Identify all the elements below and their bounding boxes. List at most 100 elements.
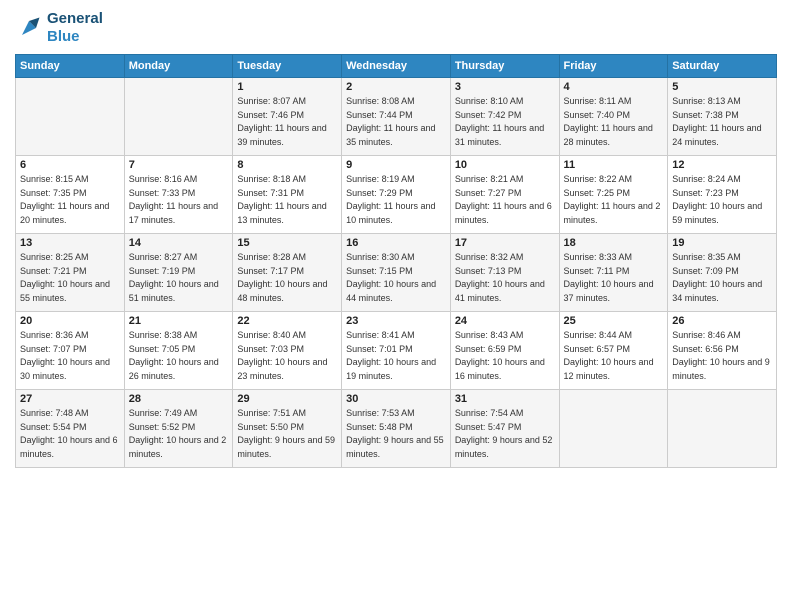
calendar-cell: 31Sunrise: 7:54 AMSunset: 5:47 PMDayligh… (450, 390, 559, 468)
day-number: 10 (455, 159, 555, 171)
day-number: 26 (672, 315, 772, 327)
day-number: 7 (129, 159, 229, 171)
calendar-cell: 1 Sunrise: 8:07 AMSunset: 7:46 PMDaylight… (233, 78, 342, 156)
page: General Blue SundayMondayTuesdayWednesda… (0, 0, 792, 612)
calendar-cell: 16 Sunrise: 8:30 AMSunset: 7:15 PMDayligh… (342, 234, 451, 312)
day-info: Sunrise: 8:33 AMSunset: 7:11 PMDaylight:… (564, 251, 664, 305)
day-number: 17 (455, 237, 555, 249)
day-number: 12 (672, 159, 772, 171)
calendar-cell: 13Sunrise: 8:25 AMSunset: 7:21 PMDayligh… (16, 234, 125, 312)
day-number: 27 (20, 393, 120, 405)
calendar-cell: 24 Sunrise: 8:43 AMSunset: 6:59 PMDayligh… (450, 312, 559, 390)
day-info: Sunrise: 8:21 AMSunset: 7:27 PMDaylight:… (455, 173, 555, 227)
day-number: 25 (564, 315, 664, 327)
calendar-cell (668, 390, 777, 468)
day-info: Sunrise: 8:28 AMSunset: 7:17 PMDaylight:… (237, 251, 337, 305)
day-info: Sunrise: 8:11 AMSunset: 7:40 PMDaylight:… (564, 95, 664, 149)
calendar-cell (559, 390, 668, 468)
calendar-cell: 2 Sunrise: 8:08 AMSunset: 7:44 PMDaylight… (342, 78, 451, 156)
day-number: 1 (237, 81, 337, 93)
day-info: Sunrise: 8:16 AMSunset: 7:33 PMDaylight:… (129, 173, 229, 227)
calendar-week-row: 20 Sunrise: 8:36 AMSunset: 7:07 PMDayligh… (16, 312, 777, 390)
calendar-week-row: 6 Sunrise: 8:15 AMSunset: 7:35 PMDaylight… (16, 156, 777, 234)
day-number: 30 (346, 393, 446, 405)
calendar-cell: 5Sunrise: 8:13 AMSunset: 7:38 PMDaylight… (668, 78, 777, 156)
calendar-cell: 14 Sunrise: 8:27 AMSunset: 7:19 PMDayligh… (124, 234, 233, 312)
day-number: 20 (20, 315, 120, 327)
day-info: Sunrise: 7:54 AMSunset: 5:47 PMDaylight:… (455, 407, 555, 461)
calendar-cell: 17 Sunrise: 8:32 AMSunset: 7:13 PMDayligh… (450, 234, 559, 312)
day-info: Sunrise: 8:44 AMSunset: 6:57 PMDaylight:… (564, 329, 664, 383)
calendar-cell: 3 Sunrise: 8:10 AMSunset: 7:42 PMDaylight… (450, 78, 559, 156)
calendar-cell: 19Sunrise: 8:35 AMSunset: 7:09 PMDayligh… (668, 234, 777, 312)
header: General Blue (15, 10, 777, 46)
day-number: 18 (564, 237, 664, 249)
day-number: 28 (129, 393, 229, 405)
weekday-header: Thursday (450, 55, 559, 78)
day-info: Sunrise: 8:18 AMSunset: 7:31 PMDaylight:… (237, 173, 337, 227)
calendar-cell (124, 78, 233, 156)
day-info: Sunrise: 8:10 AMSunset: 7:42 PMDaylight:… (455, 95, 555, 149)
weekday-header: Friday (559, 55, 668, 78)
day-info: Sunrise: 8:32 AMSunset: 7:13 PMDaylight:… (455, 251, 555, 305)
weekday-header: Saturday (668, 55, 777, 78)
day-info: Sunrise: 8:27 AMSunset: 7:19 PMDaylight:… (129, 251, 229, 305)
calendar-cell: 29Sunrise: 7:51 AMSunset: 5:50 PMDayligh… (233, 390, 342, 468)
day-info: Sunrise: 8:46 AMSunset: 6:56 PMDaylight:… (672, 329, 772, 383)
calendar-cell: 27 Sunrise: 7:48 AMSunset: 5:54 PMDayligh… (16, 390, 125, 468)
day-info: Sunrise: 8:40 AMSunset: 7:03 PMDaylight:… (237, 329, 337, 383)
calendar-cell: 12 Sunrise: 8:24 AMSunset: 7:23 PMDayligh… (668, 156, 777, 234)
day-info: Sunrise: 7:53 AMSunset: 5:48 PMDaylight:… (346, 407, 446, 461)
weekday-header: Monday (124, 55, 233, 78)
day-info: Sunrise: 8:43 AMSunset: 6:59 PMDaylight:… (455, 329, 555, 383)
day-number: 9 (346, 159, 446, 171)
day-info: Sunrise: 8:22 AMSunset: 7:25 PMDaylight:… (564, 173, 664, 227)
logo-text: General Blue (47, 10, 103, 46)
day-info: Sunrise: 7:49 AMSunset: 5:52 PMDaylight:… (129, 407, 229, 461)
calendar-cell (16, 78, 125, 156)
day-info: Sunrise: 8:41 AMSunset: 7:01 PMDaylight:… (346, 329, 446, 383)
calendar-cell: 9Sunrise: 8:19 AMSunset: 7:29 PMDaylight… (342, 156, 451, 234)
calendar-cell: 21 Sunrise: 8:38 AMSunset: 7:05 PMDayligh… (124, 312, 233, 390)
calendar-week-row: 1 Sunrise: 8:07 AMSunset: 7:46 PMDaylight… (16, 78, 777, 156)
day-info: Sunrise: 7:48 AMSunset: 5:54 PMDaylight:… (20, 407, 120, 461)
day-number: 3 (455, 81, 555, 93)
day-number: 6 (20, 159, 120, 171)
day-number: 11 (564, 159, 664, 171)
day-info: Sunrise: 8:24 AMSunset: 7:23 PMDaylight:… (672, 173, 772, 227)
day-number: 15 (237, 237, 337, 249)
calendar-cell: 10 Sunrise: 8:21 AMSunset: 7:27 PMDayligh… (450, 156, 559, 234)
day-info: Sunrise: 8:36 AMSunset: 7:07 PMDaylight:… (20, 329, 120, 383)
day-info: Sunrise: 8:07 AMSunset: 7:46 PMDaylight:… (237, 95, 337, 149)
calendar-cell: 22 Sunrise: 8:40 AMSunset: 7:03 PMDayligh… (233, 312, 342, 390)
day-number: 14 (129, 237, 229, 249)
logo: General Blue (15, 10, 103, 46)
calendar-cell: 25 Sunrise: 8:44 AMSunset: 6:57 PMDayligh… (559, 312, 668, 390)
calendar-table: SundayMondayTuesdayWednesdayThursdayFrid… (15, 54, 777, 468)
day-info: Sunrise: 8:13 AMSunset: 7:38 PMDaylight:… (672, 95, 772, 149)
calendar-week-row: 27 Sunrise: 7:48 AMSunset: 5:54 PMDayligh… (16, 390, 777, 468)
calendar-cell: 6 Sunrise: 8:15 AMSunset: 7:35 PMDaylight… (16, 156, 125, 234)
day-info: Sunrise: 8:38 AMSunset: 7:05 PMDaylight:… (129, 329, 229, 383)
weekday-header: Tuesday (233, 55, 342, 78)
day-number: 16 (346, 237, 446, 249)
day-info: Sunrise: 7:51 AMSunset: 5:50 PMDaylight:… (237, 407, 337, 461)
day-number: 2 (346, 81, 446, 93)
calendar-cell: 7 Sunrise: 8:16 AMSunset: 7:33 PMDaylight… (124, 156, 233, 234)
day-info: Sunrise: 8:30 AMSunset: 7:15 PMDaylight:… (346, 251, 446, 305)
logo-icon (15, 14, 43, 42)
day-info: Sunrise: 8:15 AMSunset: 7:35 PMDaylight:… (20, 173, 120, 227)
day-number: 24 (455, 315, 555, 327)
day-number: 22 (237, 315, 337, 327)
calendar-cell: 11 Sunrise: 8:22 AMSunset: 7:25 PMDayligh… (559, 156, 668, 234)
calendar-week-row: 13Sunrise: 8:25 AMSunset: 7:21 PMDayligh… (16, 234, 777, 312)
calendar-cell: 8Sunrise: 8:18 AMSunset: 7:31 PMDaylight… (233, 156, 342, 234)
calendar-cell: 23 Sunrise: 8:41 AMSunset: 7:01 PMDayligh… (342, 312, 451, 390)
day-number: 13 (20, 237, 120, 249)
day-number: 21 (129, 315, 229, 327)
day-info: Sunrise: 8:08 AMSunset: 7:44 PMDaylight:… (346, 95, 446, 149)
day-info: Sunrise: 8:35 AMSunset: 7:09 PMDaylight:… (672, 251, 772, 305)
header-row: SundayMondayTuesdayWednesdayThursdayFrid… (16, 55, 777, 78)
day-number: 23 (346, 315, 446, 327)
calendar-cell: 15 Sunrise: 8:28 AMSunset: 7:17 PMDayligh… (233, 234, 342, 312)
